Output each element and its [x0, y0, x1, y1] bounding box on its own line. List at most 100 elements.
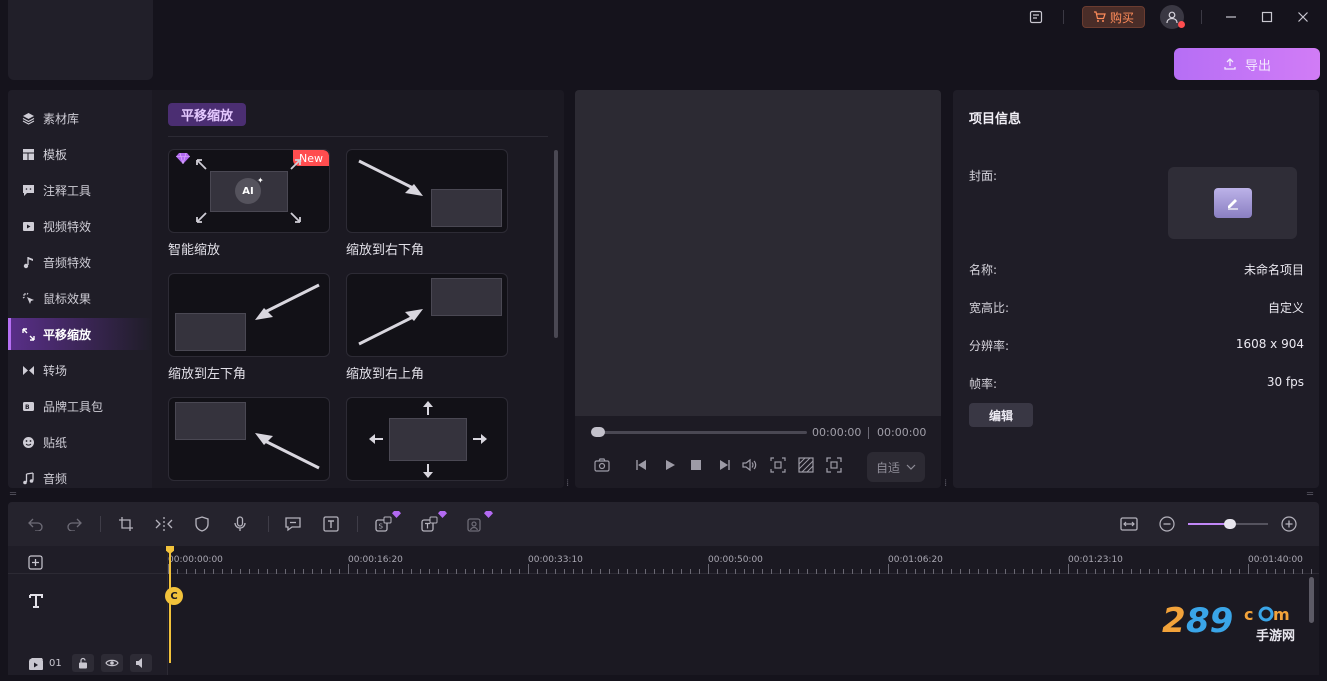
redo-icon[interactable]: [64, 514, 84, 534]
crop-icon[interactable]: [116, 514, 136, 534]
fullscreen-icon[interactable]: [825, 456, 843, 474]
undo-icon[interactable]: [26, 514, 46, 534]
edit-project-button[interactable]: 编辑: [969, 403, 1033, 427]
text-track-icon: [28, 593, 44, 609]
nav-item-cursor-effects[interactable]: 鼠标效果: [8, 282, 152, 314]
buy-label: 购买: [1109, 10, 1134, 25]
export-button[interactable]: 导出: [1174, 48, 1320, 80]
nav-item-label: 转场: [43, 363, 68, 378]
nav-item-label: 模板: [43, 147, 68, 162]
effect-tile-zoom-top-left[interactable]: [168, 397, 330, 481]
play-icon[interactable]: [661, 456, 679, 474]
nav-item-brand-kit[interactable]: B 品牌工具包: [8, 390, 152, 422]
fps-value: 30 fps: [1266, 375, 1304, 389]
ruler-label: 00:00:16:20: [348, 555, 403, 565]
nav-item-label: 视频特效: [43, 219, 92, 234]
arrow-up-left-icon: [195, 158, 207, 170]
ruler-label: 00:00:00:00: [168, 555, 223, 565]
nav-item-audio[interactable]: 音频: [8, 462, 152, 488]
nav-item-library[interactable]: 素材库: [8, 102, 152, 134]
speech-to-text-icon[interactable]: S: [374, 514, 394, 534]
maximize-icon[interactable]: [1256, 6, 1278, 28]
safe-zone-icon[interactable]: [769, 456, 787, 474]
arrow-down-icon: [422, 464, 434, 478]
nav-item-label: 素材库: [43, 111, 80, 126]
notes-icon[interactable]: [1025, 6, 1047, 28]
premium-gem-icon: [392, 511, 401, 518]
shield-icon[interactable]: [192, 514, 212, 534]
split-icon[interactable]: [154, 514, 174, 534]
progress-knob[interactable]: [591, 427, 605, 437]
panel-resize-grip[interactable]: ⁞: [566, 478, 569, 489]
pan-zoom-icon: [21, 327, 35, 341]
aspect-ratio-dropdown[interactable]: 自适: [867, 452, 925, 482]
nav-item-label: 品牌工具包: [43, 399, 104, 414]
close-icon[interactable]: [1292, 6, 1314, 28]
toolbar-divider: [357, 516, 358, 532]
clip-marker[interactable]: C: [165, 587, 183, 605]
mic-icon[interactable]: [230, 514, 250, 534]
cover-thumbnail[interactable]: [1168, 167, 1297, 239]
zoom-frame: [175, 402, 246, 440]
snapshot-icon[interactable]: [593, 456, 611, 474]
project-info-panel: 项目信息 封面: 名称: 未命名项目 宽高比: 自定义 分辨率: 1608 x …: [953, 90, 1319, 488]
nav-item-annotations[interactable]: 注释工具: [8, 174, 152, 206]
aspect-label: 宽高比:: [969, 301, 1010, 315]
arrow-up-right-icon: [357, 306, 427, 346]
timeline-resize-grip[interactable]: ═: [1307, 489, 1313, 500]
video-track-icon: [28, 657, 44, 671]
nav-item-label: 鼠标效果: [43, 291, 92, 306]
nav-item-video-effects[interactable]: 视频特效: [8, 210, 152, 242]
toolbar-divider: [100, 516, 101, 532]
nav-item-templates[interactable]: 模板: [8, 138, 152, 170]
effect-tile-zoom-top-right[interactable]: [346, 273, 508, 357]
eye-icon[interactable]: [101, 654, 123, 672]
svg-text:89: 89: [1186, 601, 1233, 641]
buy-button[interactable]: 购买: [1082, 6, 1145, 28]
mute-icon[interactable]: [130, 654, 152, 672]
next-frame-icon[interactable]: [715, 456, 733, 474]
nav-item-audio-effects[interactable]: 音频特效: [8, 246, 152, 278]
text-icon[interactable]: [321, 514, 341, 534]
zoom-slider-knob[interactable]: [1224, 519, 1236, 529]
effect-tile-zoom-bottom-right[interactable]: [346, 149, 508, 233]
stop-icon[interactable]: [687, 456, 705, 474]
nav-item-stickers[interactable]: 贴纸: [8, 426, 152, 458]
arrow-up-icon: [422, 401, 434, 415]
app-logo-area: [8, 0, 153, 80]
lock-track-icon[interactable]: [72, 654, 94, 672]
caption-icon[interactable]: [283, 514, 303, 534]
playback-progress[interactable]: [597, 431, 807, 434]
video-effects-icon: [21, 219, 35, 233]
content-scrollbar[interactable]: [554, 150, 558, 338]
chevron-down-icon: [906, 464, 916, 470]
track-divider: [8, 573, 168, 574]
section-title: 平移缩放: [168, 103, 247, 126]
zoom-out-icon[interactable]: [1157, 514, 1177, 534]
prev-frame-icon[interactable]: [633, 456, 651, 474]
panel-resize-grip[interactable]: ⁞: [944, 478, 947, 489]
nav-item-label: 注释工具: [43, 183, 92, 198]
effects-content: 平移缩放 New AI ✦ 智能缩放 缩放到右下角 缩放到左下角 缩放到右上角: [152, 90, 564, 488]
time-ruler[interactable]: 00:00:00:00 00:00:16:20 00:00:33:10 00:0…: [168, 546, 1319, 574]
svg-text:2: 2: [1162, 601, 1186, 641]
premium-gem-icon: [438, 511, 447, 518]
effect-tile-zoom-bottom-left[interactable]: [168, 273, 330, 357]
effect-tile-zoom-out[interactable]: [346, 397, 508, 481]
ruler-ticks: [168, 564, 1312, 574]
nav-item-transitions[interactable]: 转场: [8, 354, 152, 386]
effect-tile-smart-zoom[interactable]: New AI ✦: [168, 149, 330, 233]
transparency-icon[interactable]: [797, 456, 815, 474]
nav-item-pan-zoom[interactable]: 平移缩放: [8, 318, 152, 350]
fit-icon[interactable]: [1119, 514, 1139, 534]
volume-icon[interactable]: [741, 456, 759, 474]
text-to-speech-icon[interactable]: [420, 514, 440, 534]
minimize-icon[interactable]: [1220, 6, 1242, 28]
premium-gem-icon: [484, 511, 493, 518]
edit-cover-icon: [1213, 188, 1252, 218]
zoom-in-icon[interactable]: [1279, 514, 1299, 534]
timeline-resize-grip[interactable]: ═: [10, 489, 16, 500]
add-track-icon[interactable]: [28, 555, 43, 570]
ai-avatar-icon[interactable]: [466, 514, 486, 534]
arrow-down-left-icon: [251, 283, 321, 323]
